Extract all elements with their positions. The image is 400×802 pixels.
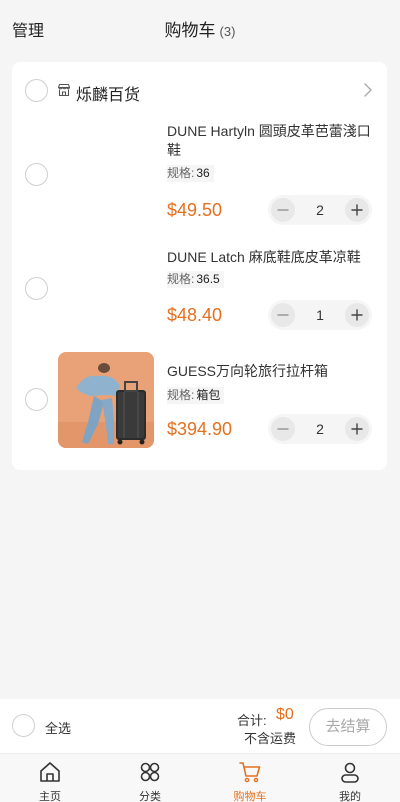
tab-label: 主页	[39, 791, 61, 802]
item-select-radio[interactable]	[25, 277, 48, 300]
page-header: 管理 购物车 (3)	[0, 0, 400, 54]
spec-value: 36.5	[196, 272, 220, 286]
checkout-button[interactable]: 去结算	[309, 708, 387, 746]
quantity-value[interactable]: 2	[296, 421, 344, 437]
chevron-right-icon[interactable]	[363, 82, 373, 98]
tab-home[interactable]: 主页	[0, 754, 100, 802]
shop-name: 烁麟百货	[76, 87, 141, 104]
quantity-stepper: 2	[268, 195, 372, 225]
minus-icon	[277, 209, 289, 211]
decrease-button[interactable]	[271, 198, 295, 222]
page-title-text: 购物车	[164, 21, 216, 40]
increase-button[interactable]	[345, 303, 369, 327]
cart-item: DUNE Hartyln 圆頭皮革芭蕾淺口鞋 规格: 36 $49.50 2	[12, 118, 387, 226]
shipping-note: 不含运费	[244, 731, 297, 746]
quantity-value[interactable]: 2	[296, 202, 344, 218]
tab-cart[interactable]: 购物车	[200, 754, 300, 802]
total-value: $0	[276, 706, 294, 723]
spec-label: 规格:	[167, 388, 195, 402]
product-image[interactable]	[58, 124, 154, 220]
tab-category[interactable]: 分类	[100, 754, 200, 802]
spec-value: 箱包	[196, 388, 221, 402]
spec-label: 规格:	[167, 272, 195, 286]
product-price: $49.50	[167, 200, 223, 220]
total-label: 合计:	[237, 713, 267, 728]
select-all-label[interactable]: 全选	[45, 718, 71, 737]
shop-cart-card: 烁麟百货 DUNE Hartyln 圆頭皮革芭蕾淺口鞋 规格: 36 $49.50…	[12, 62, 387, 470]
plus-icon	[351, 204, 363, 216]
product-image[interactable]	[58, 352, 154, 448]
product-name[interactable]: GUESS万向轮旅行拉杆箱	[167, 362, 372, 381]
bottom-tab-bar: 主页 分类 购物车 我的	[0, 753, 400, 802]
plus-icon	[351, 309, 363, 321]
increase-button[interactable]	[345, 198, 369, 222]
shop-header[interactable]: 烁麟百货	[12, 62, 387, 118]
product-image[interactable]	[58, 238, 154, 334]
tab-label: 分类	[139, 791, 161, 802]
quantity-stepper: 2	[268, 414, 372, 444]
page-title: 购物车 (3)	[0, 16, 400, 41]
product-spec[interactable]: 规格: 36.5	[167, 271, 224, 288]
quantity-stepper: 1	[268, 300, 372, 330]
minus-icon	[277, 428, 289, 430]
user-icon	[341, 762, 359, 783]
cart-item: DUNE Latch 麻底鞋底皮革凉鞋 规格: 36.5 $48.40 1	[12, 232, 387, 340]
tab-profile[interactable]: 我的	[300, 754, 400, 802]
cart-icon	[239, 762, 261, 783]
minus-icon	[277, 314, 289, 316]
product-name[interactable]: DUNE Latch 麻底鞋底皮革凉鞋	[167, 248, 372, 267]
cart-item: GUESS万向轮旅行拉杆箱 规格: 箱包 $394.90 2	[12, 346, 387, 454]
store-icon	[57, 83, 71, 97]
select-all-radio[interactable]	[12, 714, 35, 737]
decrease-button[interactable]	[271, 303, 295, 327]
cart-count: (3)	[219, 24, 236, 39]
item-select-radio[interactable]	[25, 388, 48, 411]
tab-label: 购物车	[233, 791, 267, 802]
quantity-value[interactable]: 1	[296, 307, 344, 323]
home-icon	[40, 762, 60, 782]
checkout-bar: 全选 合计: $0 不含运费 去结算	[0, 699, 400, 753]
item-select-radio[interactable]	[25, 163, 48, 186]
product-price: $48.40	[167, 305, 223, 325]
shop-select-radio[interactable]	[25, 79, 48, 102]
increase-button[interactable]	[345, 417, 369, 441]
plus-icon	[351, 423, 363, 435]
decrease-button[interactable]	[271, 417, 295, 441]
category-icon	[140, 762, 160, 782]
spec-label: 规格:	[167, 166, 195, 180]
product-spec[interactable]: 规格: 36	[167, 165, 214, 182]
tab-label: 我的	[339, 791, 361, 802]
product-spec[interactable]: 规格: 箱包	[167, 387, 225, 404]
product-price: $394.90	[167, 419, 233, 439]
product-name[interactable]: DUNE Hartyln 圆頭皮革芭蕾淺口鞋	[167, 122, 372, 160]
luggage-product-photo	[58, 352, 154, 448]
spec-value: 36	[196, 166, 210, 180]
